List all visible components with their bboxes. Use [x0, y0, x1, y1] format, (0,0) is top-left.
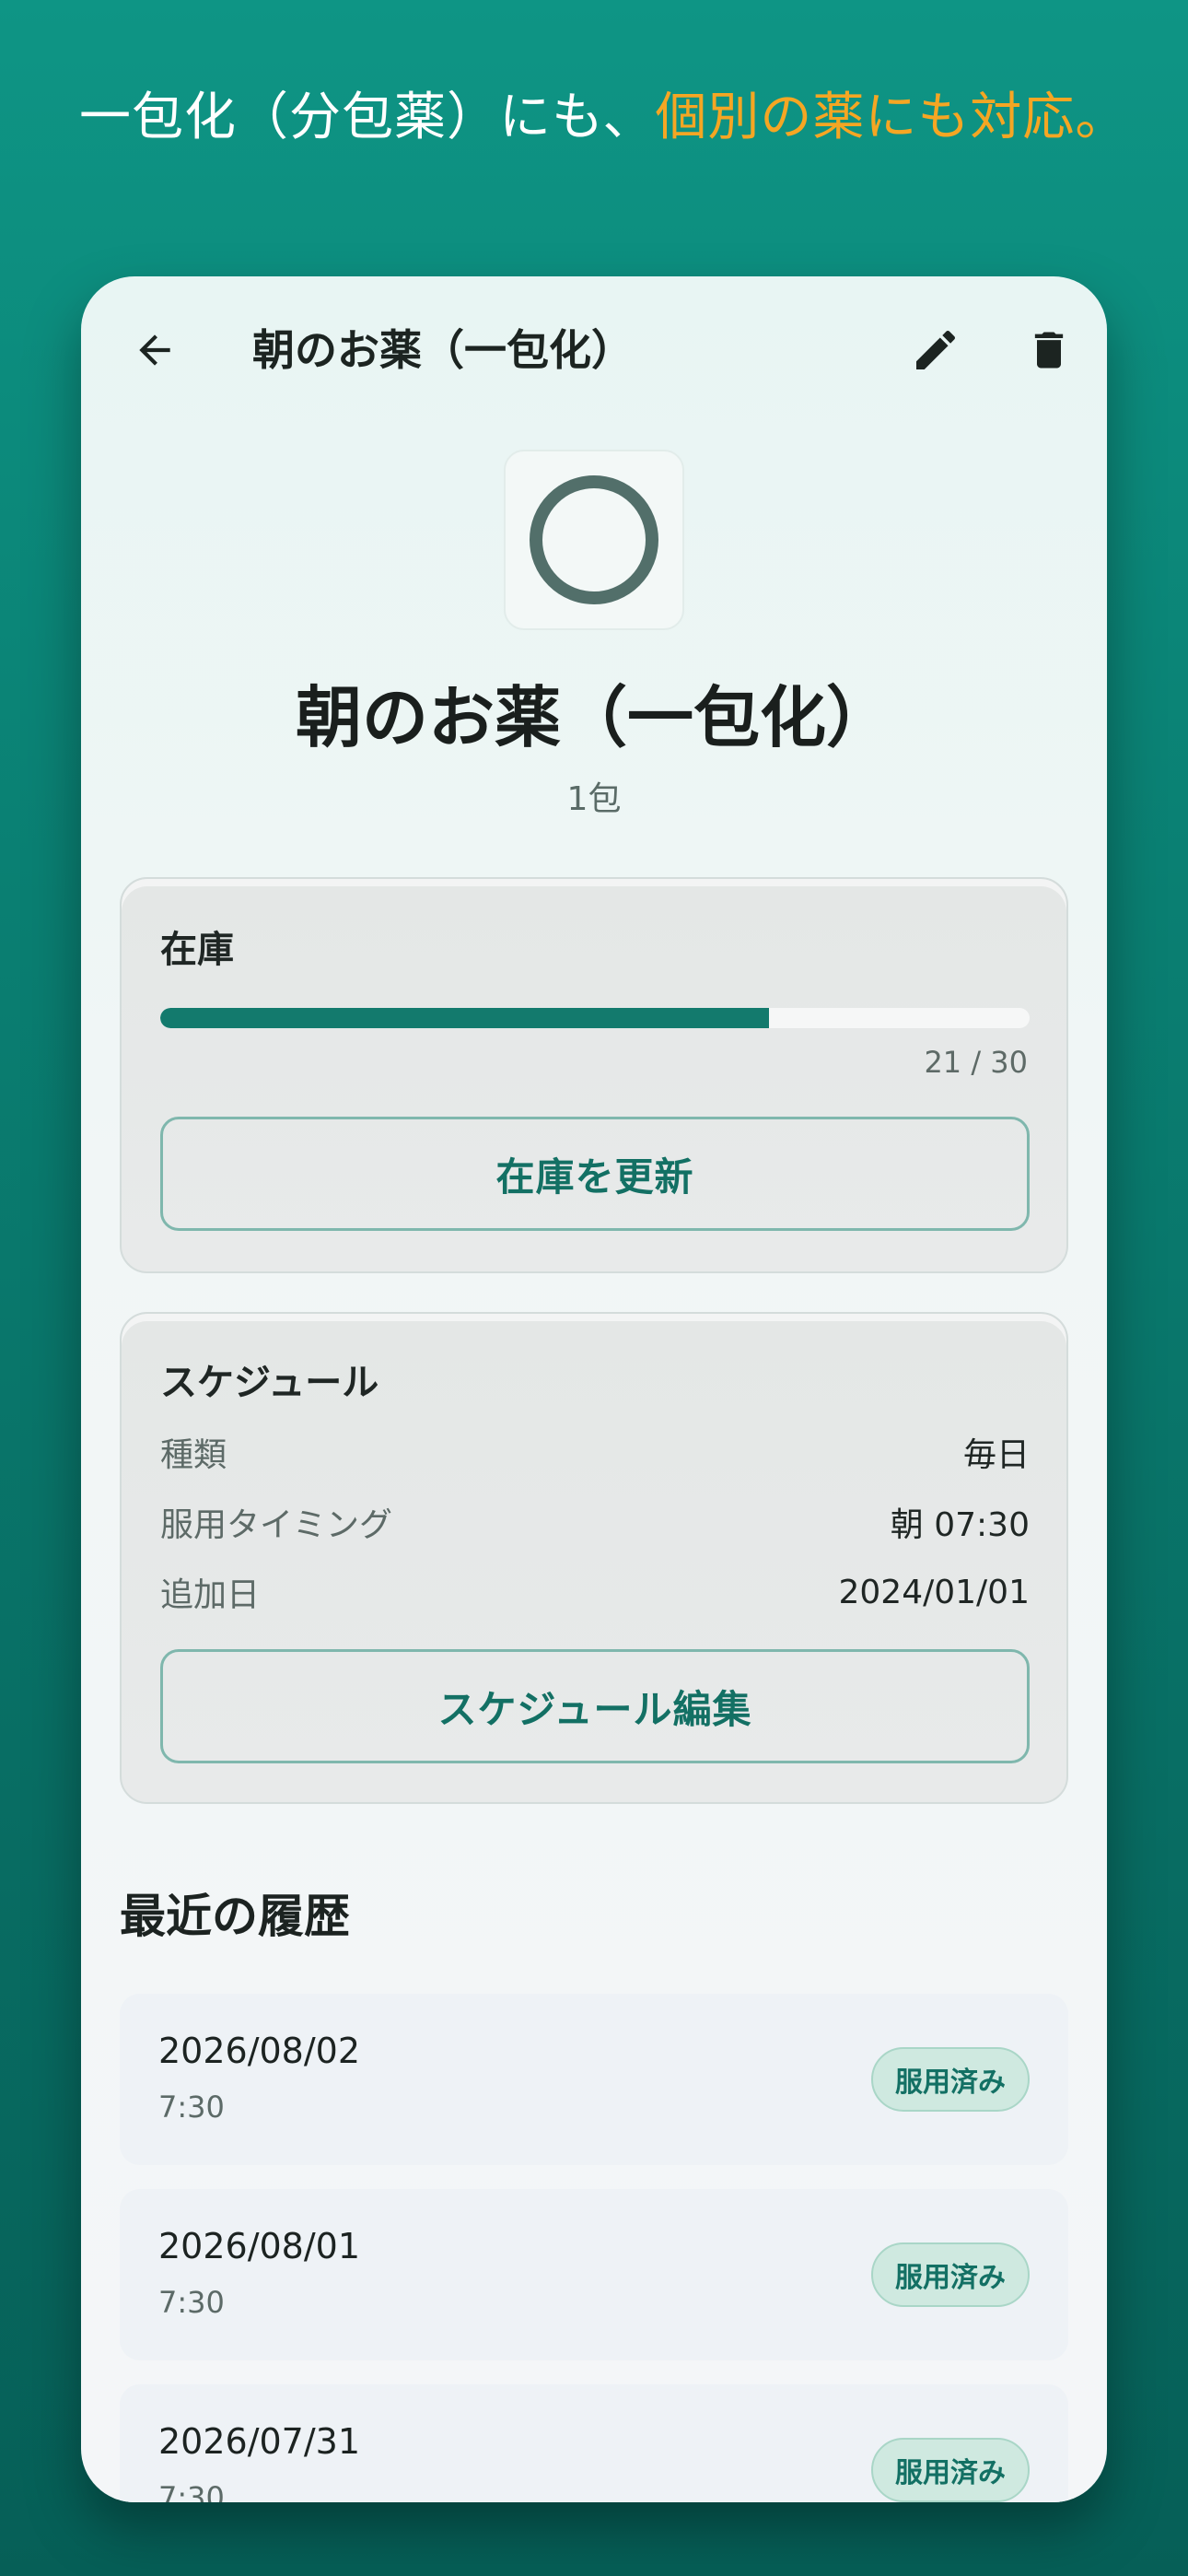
- schedule-row-type: 種類 毎日: [160, 1424, 1030, 1480]
- history-title: 最近の履歴: [120, 1890, 350, 1943]
- phone-screen: 朝のお薬（一包化） 朝のお薬（一包化） 1包 在庫 21 / 30 在庫を更新 …: [81, 276, 1107, 2502]
- headline-main: 一包化（分包薬）にも、: [79, 88, 656, 147]
- app-bar: 朝のお薬（一包化）: [81, 276, 1107, 415]
- status-badge: 服用済み: [871, 2242, 1030, 2307]
- medicine-name: 朝のお薬（一包化）: [295, 679, 892, 756]
- status-badge: 服用済み: [871, 2047, 1030, 2112]
- history-time: 7:30: [158, 2090, 225, 2125]
- medicine-icon-box: [504, 450, 684, 630]
- schedule-card: スケジュール 種類 毎日 服用タイミング 朝 07:30 追加日 2024/01…: [120, 1312, 1068, 1804]
- headline-accent: 個別の薬にも対応。: [655, 88, 1128, 147]
- arrow-left-icon: [139, 334, 170, 366]
- back-button[interactable]: [122, 317, 188, 383]
- history-time: 7:30: [158, 2480, 225, 2502]
- update-stock-button[interactable]: 在庫を更新: [160, 1117, 1030, 1231]
- status-badge: 服用済み: [871, 2438, 1030, 2502]
- schedule-value: 毎日: [962, 1436, 1030, 1474]
- stock-count: 21 / 30: [924, 1045, 1028, 1080]
- history-item[interactable]: 2026/07/31 7:30 服用済み: [120, 2384, 1068, 2502]
- pencil-icon: [916, 330, 956, 369]
- app-bar-title: 朝のお薬（一包化）: [252, 325, 634, 375]
- schedule-label: 種類: [160, 1436, 227, 1474]
- trash-icon: [1034, 332, 1064, 369]
- ring-icon: [530, 475, 658, 604]
- schedule-row-added: 追加日 2024/01/01: [160, 1564, 1030, 1620]
- delete-button[interactable]: [1017, 315, 1081, 385]
- schedule-label: 追加日: [160, 1576, 261, 1614]
- schedule-row-timing: 服用タイミング 朝 07:30: [160, 1494, 1030, 1550]
- stock-progress-bar: [160, 1008, 1030, 1028]
- medicine-dose: 1包: [566, 780, 622, 818]
- stock-card: 在庫 21 / 30 在庫を更新: [120, 877, 1068, 1273]
- stock-progress-fill: [160, 1008, 769, 1028]
- history-time: 7:30: [158, 2285, 225, 2320]
- schedule-value: 朝 07:30: [890, 1506, 1030, 1544]
- history-item[interactable]: 2026/08/01 7:30 服用済み: [120, 2189, 1068, 2360]
- edit-schedule-button[interactable]: スケジュール編集: [160, 1649, 1030, 1763]
- promo-headline: 一包化（分包薬）にも、個別の薬にも対応。: [79, 76, 1127, 150]
- history-date: 2026/08/02: [158, 2031, 361, 2071]
- stock-title: 在庫: [160, 929, 234, 971]
- history-date: 2026/07/31: [158, 2421, 361, 2462]
- schedule-value: 2024/01/01: [838, 1573, 1031, 1611]
- schedule-label: 服用タイミング: [160, 1506, 393, 1544]
- schedule-title: スケジュール: [160, 1362, 379, 1404]
- history-date: 2026/08/01: [158, 2226, 361, 2266]
- history-item[interactable]: 2026/08/02 7:30 服用済み: [120, 1994, 1068, 2165]
- edit-button[interactable]: [901, 315, 971, 385]
